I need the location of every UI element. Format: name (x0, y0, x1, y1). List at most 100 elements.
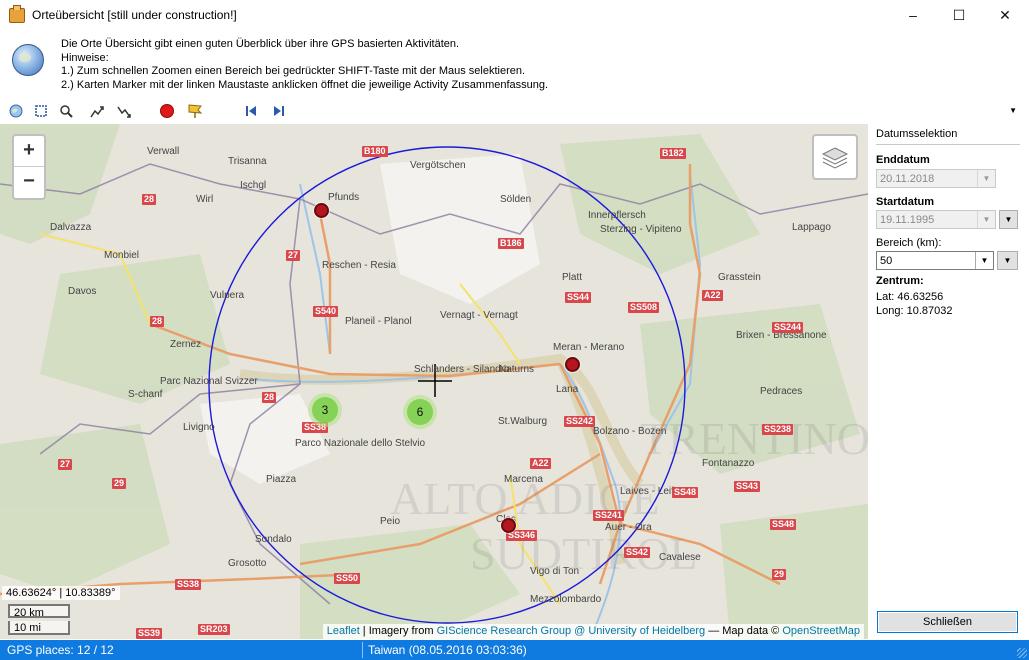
road-shield: SS43 (734, 481, 761, 492)
end-date-picker[interactable]: 20.11.2018 ▼ (876, 169, 996, 188)
place-label: Mezzolombardo (530, 594, 602, 605)
minimize-button[interactable]: – (890, 0, 936, 30)
first-icon[interactable] (242, 102, 260, 120)
route-up-icon[interactable] (88, 102, 106, 120)
place-label: Meran - Merano (553, 342, 625, 353)
info-text: Die Orte Übersicht gibt einen guten Über… (61, 38, 548, 92)
road-shield: SS44 (565, 292, 592, 303)
road-shield: SS238 (762, 424, 794, 435)
close-window-button[interactable]: ✕ (982, 0, 1028, 30)
resize-grip-icon[interactable] (1017, 648, 1027, 658)
globe-icon (12, 44, 44, 76)
road-shield: SS508 (628, 302, 660, 313)
place-label: St.Walburg (498, 416, 548, 427)
road-shield: SS48 (770, 519, 797, 530)
flag-icon[interactable] (186, 102, 204, 120)
place-label: Marcena (504, 474, 543, 485)
marker-cluster-3[interactable]: 3 (308, 393, 342, 427)
app-icon (9, 5, 25, 23)
road-shield: A22 (702, 290, 723, 301)
activity-marker-pfunds[interactable] (314, 203, 329, 218)
center-long: Long: 10.87032 (876, 305, 953, 317)
start-date-dropdown-button[interactable]: ▼ (999, 210, 1018, 229)
place-label: Pedraces (760, 386, 803, 397)
zoom-icon[interactable] (57, 102, 75, 120)
osm-link[interactable]: OpenStreetMap (782, 625, 860, 637)
place-label: Pfunds (328, 192, 360, 203)
range-dropdown-button[interactable]: ▼ (997, 251, 1018, 270)
road-shield: 27 (58, 459, 73, 470)
place-label: Sölden (500, 194, 532, 205)
title-bar: Orteübersicht [still under construction!… (0, 0, 1029, 30)
place-label: Peio (380, 516, 401, 527)
range-input[interactable]: 50 ▼ (876, 251, 994, 270)
road-shield: 29 (772, 569, 787, 580)
close-dialog-button[interactable]: Schließen (877, 611, 1018, 633)
activity-marker-meran[interactable] (565, 357, 580, 372)
road-shield: SS42 (624, 547, 651, 558)
place-label: Lana (556, 384, 579, 395)
select-area-icon[interactable] (32, 102, 50, 120)
scale-mi: 10 mi (8, 621, 70, 635)
zoom-in-button[interactable]: + (14, 136, 44, 167)
place-label: Bolzano - Bozen (593, 426, 667, 437)
marker-cluster-6[interactable]: 6 (403, 395, 437, 429)
place-label: Innerpflersch (588, 210, 646, 221)
place-label: Zernez (170, 339, 202, 350)
place-label: Davos (68, 286, 97, 297)
place-label: Naturns (499, 364, 535, 375)
gisci-link[interactable]: GIScience Research Group @ University of… (437, 625, 706, 637)
maximize-button[interactable]: ☐ (936, 0, 982, 30)
place-label: Schlanders - Silandro (414, 364, 510, 375)
zoom-out-button[interactable]: − (14, 167, 44, 197)
date-selection-panel: Datumsselektion Enddatum 20.11.2018 ▼ Sta… (868, 124, 1029, 639)
place-label: Vernagt - Vernagt (440, 310, 518, 321)
globe-icon[interactable] (7, 102, 25, 120)
place-label: Vergötschen (410, 160, 466, 171)
leaflet-link[interactable]: Leaflet (327, 625, 360, 637)
place-label: Auer - Ora (605, 522, 652, 533)
road-shield: SS50 (334, 573, 361, 584)
end-date-label: Enddatum (876, 154, 930, 166)
center-label: Zentrum: (876, 275, 924, 287)
map-view[interactable]: TRENTINO ALTO ADIGE SÜDTIROL Verwall Tris… (0, 124, 868, 639)
range-label: Bereich (km): (876, 237, 942, 249)
road-shield: 28 (142, 194, 157, 205)
place-label: Piazza (266, 474, 297, 485)
road-shield: SS242 (564, 416, 596, 427)
place-label: Verwall (147, 146, 180, 157)
layers-button[interactable] (812, 134, 858, 180)
map-toolbar (0, 98, 1029, 124)
road-shield: SR203 (198, 624, 230, 635)
info-line-3: 1.) Zum schnellen Zoomen einen Bereich b… (61, 65, 526, 77)
place-label: Fontanazzo (702, 458, 755, 469)
place-label: Cavalese (659, 552, 701, 563)
place-label: Reschen - Resia (322, 260, 396, 271)
route-down-icon[interactable] (115, 102, 133, 120)
chevron-down-icon: ▼ (977, 170, 995, 187)
last-icon[interactable] (270, 102, 288, 120)
place-label: Trisanna (228, 156, 267, 167)
road-shield: B180 (362, 146, 388, 157)
road-shield: A22 (530, 458, 551, 469)
record-icon[interactable] (158, 102, 176, 120)
toolbar-overflow-icon[interactable]: ▼ (1009, 106, 1017, 115)
center-lat: Lat: 46.63256 (876, 291, 944, 303)
road-shield: SS48 (672, 487, 699, 498)
place-label: Dalvazza (50, 222, 92, 233)
place-label: Livigno (183, 422, 215, 433)
road-shield: B186 (498, 238, 524, 249)
road-shield: SS39 (136, 628, 163, 639)
place-label: Lappago (792, 222, 831, 233)
road-shield: 28 (262, 392, 277, 403)
road-shield: S540 (313, 306, 339, 317)
cursor-coordinates: 46.63624° | 10.83389° (2, 586, 120, 600)
place-label: Sterzing - Vipiteno (600, 224, 682, 235)
window-title: Orteübersicht [still under construction!… (32, 8, 237, 22)
start-date-label: Startdatum (876, 196, 935, 208)
road-shield: 29 (112, 478, 127, 489)
activity-marker-cles[interactable] (501, 518, 516, 533)
place-label: Ischgl (240, 180, 267, 191)
place-label: Parco Nazionale dello Stelvio (295, 438, 426, 449)
start-date-picker[interactable]: 19.11.1995 ▼ (876, 210, 996, 229)
